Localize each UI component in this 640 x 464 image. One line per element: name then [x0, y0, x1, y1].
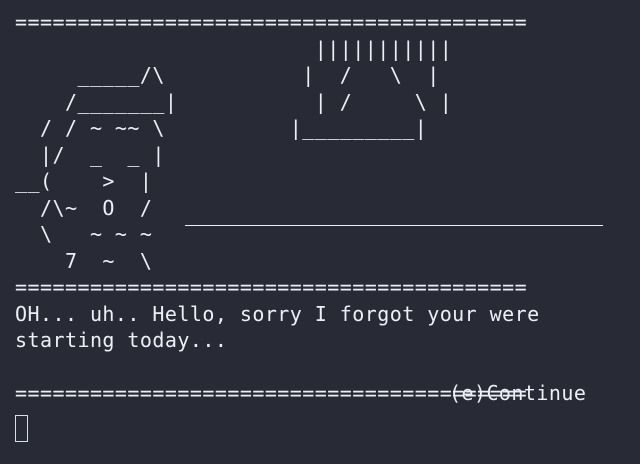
dialogue-line-1: OH... uh.. Hello, sorry I forgot your we… — [15, 301, 540, 326]
art-line-9: 7 ~ \ — [15, 248, 153, 273]
continue-option[interactable]: (e)Continue — [15, 354, 625, 405]
dialogue-line-2: starting today... — [15, 328, 228, 352]
art-line-3: /_______| | / \ | — [15, 89, 453, 114]
terminal-window: ========================================… — [15, 9, 625, 459]
top-divider: ========================================… — [15, 10, 528, 34]
art-line-4: / / ~ ~~ \ |_________| — [15, 116, 428, 140]
art-line-6: __( > | — [15, 169, 153, 193]
ascii-scene: ||||||||||| _____/\ | / \ | /_______| | … — [15, 36, 625, 275]
continue-option-label[interactable]: (e)Continue — [65, 381, 586, 405]
middle-divider: ========================================… — [15, 275, 528, 299]
art-line-5: |/ _ _ | — [15, 142, 165, 167]
art-line-2: _____/\ | / \ | — [15, 63, 440, 87]
floor-line — [185, 224, 603, 226]
text-cursor[interactable] — [15, 415, 28, 442]
art-line-7: /\~ O / — [15, 195, 153, 220]
art-line-1: ||||||||||| — [15, 36, 453, 61]
